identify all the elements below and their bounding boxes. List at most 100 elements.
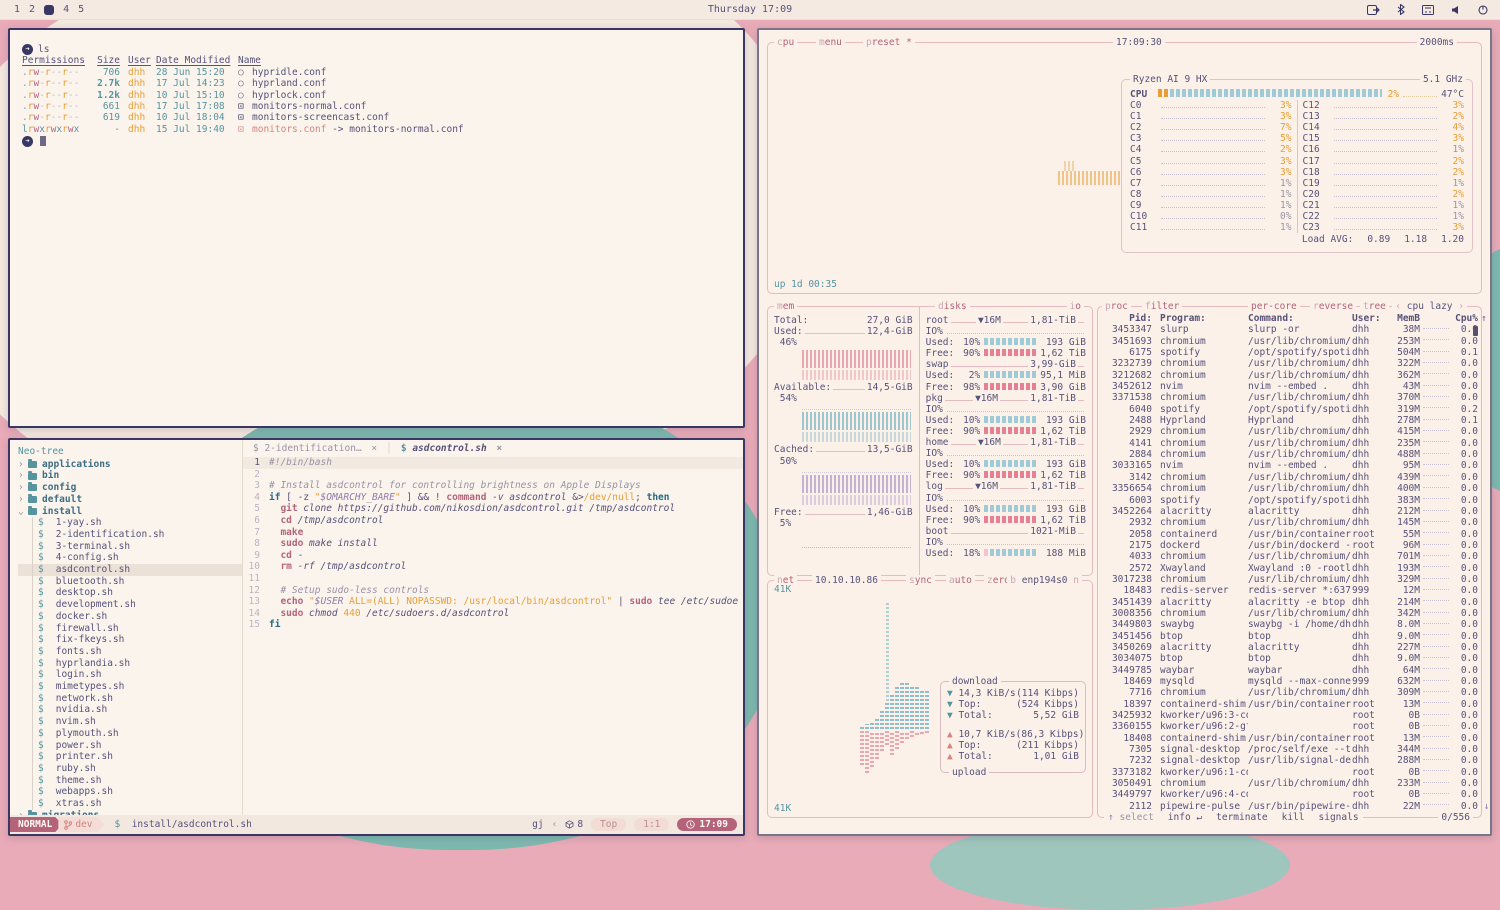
proc-info-button[interactable]: info ↵ [1168, 812, 1202, 823]
code-line[interactable]: 2 [243, 469, 743, 481]
process-row[interactable]: 3232739chromium/usr/lib/chromium/dhh322M… [1104, 358, 1475, 369]
tree-folder-bin[interactable]: ›bin [18, 470, 242, 482]
tree-file-power.sh[interactable]: $ power.sh [18, 740, 242, 752]
process-row[interactable]: 7716chromium/usr/lib/chromium/dhh309M0.0 [1104, 687, 1475, 698]
proc-title[interactable]: proc [1102, 301, 1131, 312]
tree-file-fix-fkeys.sh[interactable]: $ fix-fkeys.sh [18, 634, 242, 646]
process-row[interactable]: 2932chromium/usr/lib/chromium/dhh145M0.0 [1104, 517, 1475, 528]
tree-file-xtras.sh[interactable]: $ xtras.sh [18, 798, 242, 810]
code-line[interactable]: 8 sudo make install [243, 538, 743, 550]
code-line[interactable]: 4if [ -z "$OMARCHY_BARE" ] && ! command … [243, 492, 743, 504]
proc-filter-button[interactable]: filter [1142, 301, 1182, 312]
proc-select-hint[interactable]: ↑ select [1108, 812, 1154, 823]
tree-file-mimetypes.sh[interactable]: $ mimetypes.sh [18, 681, 242, 693]
process-row[interactable]: 3451693chromium/usr/lib/chromium/dhh253M… [1104, 336, 1475, 347]
tree-file-desktop.sh[interactable]: $ desktop.sh [18, 587, 242, 599]
file-row[interactable]: .rw-r--r--706dhh28 Jun 15:20○hypridle.co… [22, 67, 731, 78]
tree-file-network.sh[interactable]: $ network.sh [18, 693, 242, 705]
file-row[interactable]: .rw-r--r--661dhh17 Jul 17:08⊡monitors-no… [22, 101, 731, 112]
process-row[interactable]: 2884chromium/usr/lib/chromium/dhh488M0.0 [1104, 449, 1475, 460]
tree-folder-install[interactable]: ⌄install [18, 506, 242, 518]
tab-preset[interactable]: preset * [863, 37, 915, 48]
editor-pane[interactable]: $ 2-identification… ×│$ asdcontrol.sh × … [243, 440, 743, 815]
code-line[interactable]: 14 sudo chmod 440 /etc/sudoers.d/asdcont… [243, 608, 743, 620]
process-row[interactable]: 3373182kworker/u96:1-coroot0B0.0 [1104, 767, 1475, 778]
tree-file-docker.sh[interactable]: $ docker.sh [18, 611, 242, 623]
file-row[interactable]: .rw-r--r--2.7kdhh17 Jul 14:23○hyprland.c… [22, 78, 731, 89]
process-row[interactable]: 7305signal-desktop/proc/self/exe --tdhh3… [1104, 744, 1475, 755]
git-branch[interactable]: dev [58, 817, 104, 832]
code-line[interactable]: 9 cd - [243, 550, 743, 562]
network-icon[interactable] [1422, 5, 1434, 15]
tab-cpu[interactable]: cpu [774, 37, 797, 48]
tree-file-ruby.sh[interactable]: $ ruby.sh [18, 763, 242, 775]
tab-2-identification-[interactable]: $ 2-identification… × [253, 443, 377, 454]
code-line[interactable]: 15fi [243, 619, 743, 631]
process-row[interactable]: 3453347slurpslurp -ordhh38M0.0 [1104, 324, 1475, 335]
process-row[interactable]: 7232signal-desktop/usr/lib/signal-dedhh2… [1104, 755, 1475, 766]
proc-scrollbar[interactable] [1473, 326, 1478, 336]
process-row[interactable]: 3033165nvimnvim --embed .dhh95M0.0 [1104, 460, 1475, 471]
process-row[interactable]: 2488HyprlandHyprlanddhh278M0.1 [1104, 415, 1475, 426]
volume-icon[interactable] [1451, 5, 1461, 15]
tab-close-icon[interactable]: × [491, 443, 502, 454]
process-row[interactable]: 3356654chromium/usr/lib/chromium/dhh400M… [1104, 483, 1475, 494]
process-row[interactable]: 18483redis-serverredis-server *:63799912… [1104, 585, 1475, 596]
tree-file-plymouth.sh[interactable]: $ plymouth.sh [18, 728, 242, 740]
process-row[interactable]: 18469mysqldmysqld --max-conne999632M0.0 [1104, 676, 1475, 687]
btop-window[interactable]: cpu menu preset * 17:09:30 2000ms up 1d … [757, 28, 1492, 836]
process-row[interactable]: 4141chromium/usr/lib/chromium/dhh235M0.0 [1104, 438, 1475, 449]
process-row[interactable]: 3449803swaybgswaybg -i /home/dhdhh8.0M0.… [1104, 619, 1475, 630]
code-line[interactable]: 10 rm -rf /tmp/asdcontrol [243, 561, 743, 573]
tree-folder-config[interactable]: ›config [18, 482, 242, 494]
process-row[interactable]: 2572XwaylandXwayland :0 -rootldhh193M0.0 [1104, 563, 1475, 574]
process-row[interactable]: 2112pipewire-pulse/usr/bin/pipewire-dhh2… [1104, 801, 1475, 812]
screencast-icon[interactable] [1367, 5, 1380, 15]
process-row[interactable]: 3017238chromium/usr/lib/chromium/dhh329M… [1104, 574, 1475, 585]
tree-file-bluetooth.sh[interactable]: $ bluetooth.sh [18, 576, 242, 588]
code-line[interactable]: 6 cd /tmp/asdcontrol [243, 515, 743, 527]
disks-title[interactable]: disks [935, 301, 970, 312]
tree-file-login.sh[interactable]: $ login.sh [18, 669, 242, 681]
tree-file-fonts.sh[interactable]: $ fonts.sh [18, 646, 242, 658]
terminal-window[interactable]: ➜ ls PermissionsSizeUserDate ModifiedNam… [8, 28, 745, 428]
tree-file-2-identification.sh[interactable]: $ 2-identification.sh [18, 529, 242, 541]
process-row[interactable]: 3360155kworker/u96:2-gfroot0B0.0 [1104, 721, 1475, 732]
editor-window[interactable]: Neo-tree ›applications›bin›config›defaul… [8, 438, 745, 836]
tree-file-asdcontrol.sh[interactable]: $ asdcontrol.sh [18, 564, 242, 576]
tree-file-3-terminal.sh[interactable]: $ 3-terminal.sh [18, 541, 242, 553]
tree-file-4-config.sh[interactable]: $ 4-config.sh [18, 552, 242, 564]
code-line[interactable]: 12 # Setup sudo-less controls [243, 585, 743, 597]
process-row[interactable]: 2929chromium/usr/lib/chromium/dhh415M0.0 [1104, 426, 1475, 437]
process-row[interactable]: 3425932kworker/u96:3-coroot0B0.0 [1104, 710, 1475, 721]
bluetooth-icon[interactable] [1397, 4, 1405, 15]
file-row[interactable]: .rw-r--r--1.2kdhh10 Jul 15:10○hyprlock.c… [22, 90, 731, 101]
code-line[interactable]: 7 make [243, 527, 743, 539]
tree-file-webapps.sh[interactable]: $ webapps.sh [18, 786, 242, 798]
tree-file-1-yay.sh[interactable]: $ 1-yay.sh [18, 517, 242, 529]
tree-file-theme.sh[interactable]: $ theme.sh [18, 775, 242, 787]
tree-file-printer.sh[interactable]: $ printer.sh [18, 751, 242, 763]
file-row[interactable]: lrwxrwxrwx-dhh15 Jul 19:40⊡monitors.conf… [22, 124, 731, 135]
process-row[interactable]: 6040spotify/opt/spotify/spotidhh319M0.2 [1104, 404, 1475, 415]
prompt-line-2[interactable]: ➜ [22, 136, 731, 147]
process-row[interactable]: 3212682chromium/usr/lib/chromium/dhh362M… [1104, 370, 1475, 381]
process-row[interactable]: 4033chromium/usr/lib/chromium/dhh701M0.0 [1104, 551, 1475, 562]
code-line[interactable]: 13 echo "$USER ALL=(ALL) NOPASSWD: /usr/… [243, 596, 743, 608]
process-row[interactable]: 3008356chromium/usr/lib/chromium/dhh342M… [1104, 608, 1475, 619]
proc-signals-button[interactable]: signals [1319, 812, 1359, 823]
proc-tree-button[interactable]: tree [1360, 301, 1389, 312]
tree-folder-applications[interactable]: ›applications [18, 459, 242, 471]
process-row[interactable]: 6175spotify/opt/spotify/spotidhh504M0.1 [1104, 347, 1475, 358]
process-row[interactable]: 3449797kworker/u96:4-coroot0B0.0 [1104, 789, 1475, 800]
update-interval[interactable]: 2000ms [1417, 37, 1457, 48]
io-title[interactable]: io [1067, 301, 1084, 312]
code-line[interactable]: 1#!/bin/bash [243, 457, 743, 469]
process-row[interactable]: 3452612nvimnvim --embed .dhh43M0.0 [1104, 381, 1475, 392]
process-row[interactable]: 18408containerd-shim/usr/bin/containerro… [1104, 733, 1475, 744]
proc-terminate-button[interactable]: terminate [1216, 812, 1267, 823]
tree-file-hyprlandia.sh[interactable]: $ hyprlandia.sh [18, 658, 242, 670]
tree-folder-default[interactable]: ›default [18, 494, 242, 506]
tree-file-nvidia.sh[interactable]: $ nvidia.sh [18, 704, 242, 716]
process-row[interactable]: 2175dockerd/usr/bin/dockerd -root96M0.0 [1104, 540, 1475, 551]
